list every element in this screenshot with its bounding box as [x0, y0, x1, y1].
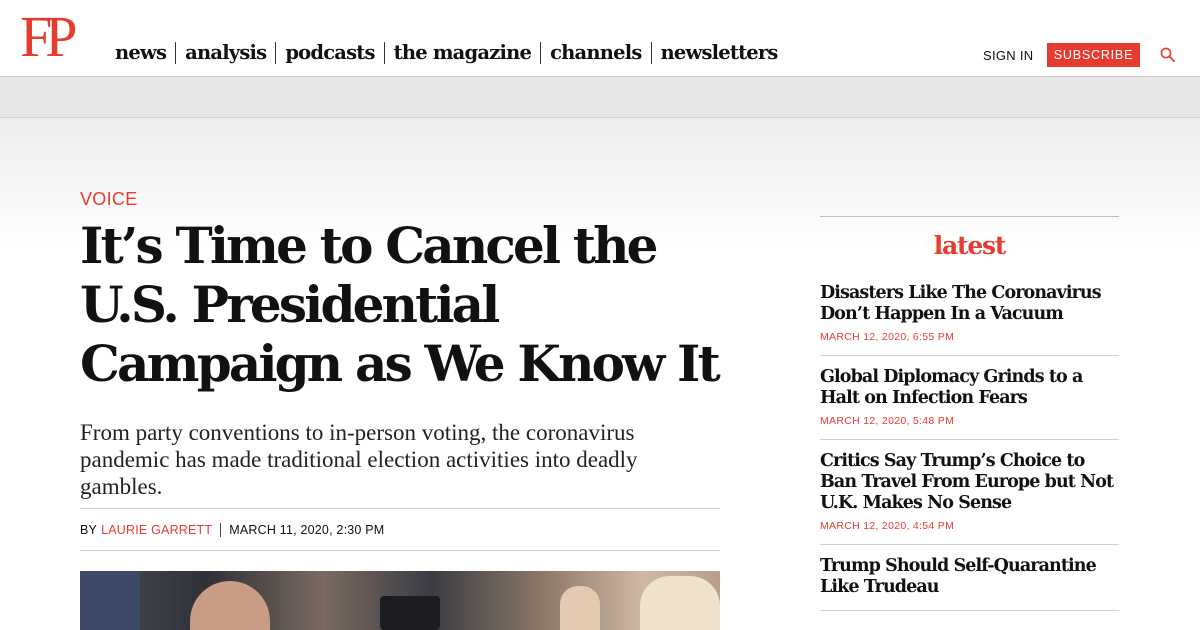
nav-divider [275, 42, 277, 64]
search-icon[interactable] [1160, 47, 1175, 62]
latest-story-title[interactable]: Critics Say Trump’s Choice to Ban Travel… [820, 451, 1119, 514]
subscribe-button[interactable]: SUBSCRIBE [1047, 43, 1140, 67]
sign-in-link[interactable]: SIGN IN [983, 48, 1034, 63]
nav-divider [383, 42, 385, 64]
hero-image-shape [80, 571, 140, 630]
publish-date: MARCH 11, 2020, 2:30 PM [229, 522, 385, 537]
latest-story-title[interactable]: Disasters Like The Coronavirus Don’t Hap… [820, 283, 1119, 325]
nav-the-magazine[interactable]: the magazine [394, 40, 532, 66]
latest-story-date: MARCH 12, 2020, 5:48 PM [820, 415, 955, 427]
hero-image-shape [560, 586, 600, 630]
nav-analysis[interactable]: analysis [185, 40, 267, 66]
latest-story[interactable]: Trump Should Self-Quarantine Like Trudea… [820, 545, 1119, 611]
latest-story[interactable]: Critics Say Trump’s Choice to Ban Travel… [820, 440, 1119, 545]
article-dek: From party conventions to in-person voti… [80, 420, 638, 499]
article-kicker[interactable]: VOICE [80, 189, 138, 210]
latest-heading: latest [933, 231, 1007, 260]
latest-sidebar: latest Disasters Like The Coronavirus Do… [820, 216, 1119, 611]
ad-banner-strip [0, 77, 1200, 118]
latest-story-date: MARCH 12, 2020, 4:54 PM [820, 520, 955, 532]
nav-newsletters[interactable]: newsletters [661, 40, 779, 66]
latest-story[interactable]: Disasters Like The Coronavirus Don’t Hap… [820, 273, 1119, 356]
nav-divider [175, 42, 177, 64]
article-byline: BY LAURIE GARRETT MARCH 11, 2020, 2:30 P… [80, 508, 720, 551]
main-nav: news analysis podcasts the magazine chan… [115, 40, 778, 66]
nav-news[interactable]: news [115, 40, 167, 66]
byline-divider [220, 522, 222, 537]
latest-story-title[interactable]: Trump Should Self-Quarantine Like Trudea… [820, 556, 1119, 598]
author-link[interactable]: LAURIE GARRETT [101, 523, 212, 537]
latest-story-date: MARCH 12, 2020, 6:55 PM [820, 331, 955, 343]
nav-podcasts[interactable]: podcasts [285, 40, 375, 66]
site-header: FP news analysis podcasts the magazine c… [0, 0, 1200, 77]
hero-image-shape [190, 581, 270, 630]
nav-channels[interactable]: channels [550, 40, 642, 66]
fp-logo[interactable]: FP [20, 4, 77, 70]
hero-image-shape [380, 596, 440, 630]
latest-story[interactable]: Global Diplomacy Grinds to a Halt on Inf… [820, 356, 1119, 440]
hero-image-shape [640, 576, 720, 630]
nav-divider [650, 42, 652, 64]
hero-image [80, 571, 720, 630]
latest-story-title[interactable]: Global Diplomacy Grinds to a Halt on Inf… [820, 367, 1119, 409]
nav-divider [540, 42, 542, 64]
byline-label: BY [80, 522, 98, 537]
article-headline: It’s Time to Cancel the U.S. Presidentia… [80, 216, 721, 393]
